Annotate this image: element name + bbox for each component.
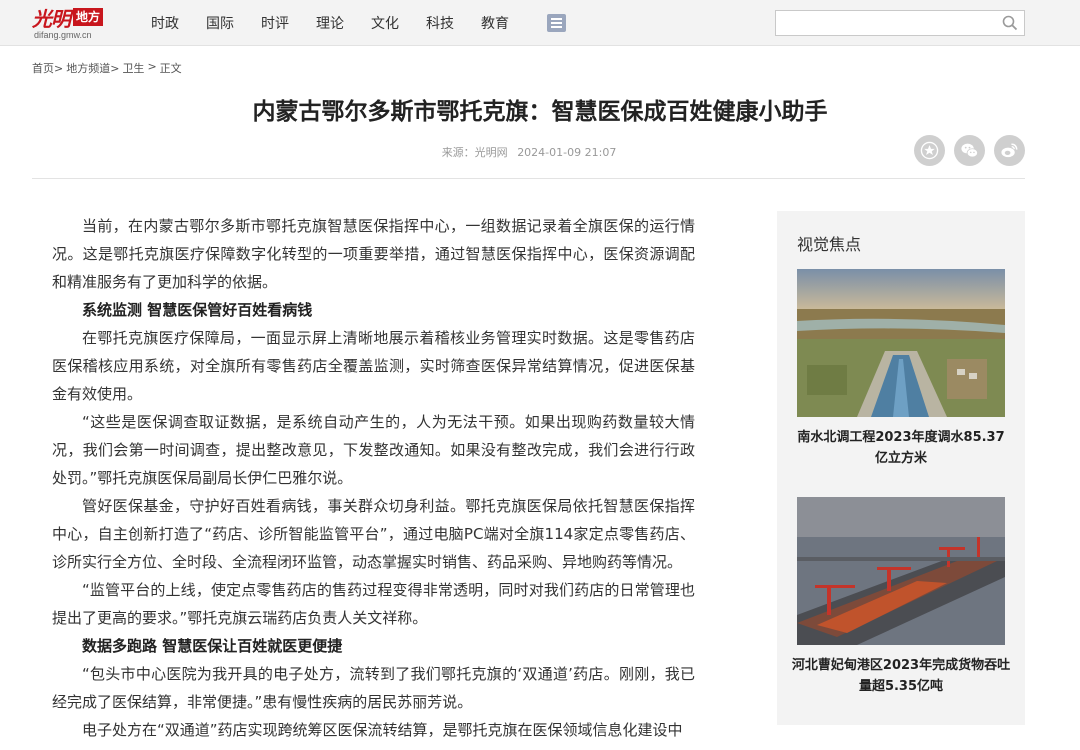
nav-item-politics[interactable]: 时政 [151, 13, 179, 33]
weibo-icon [1001, 143, 1018, 158]
wechat-share-button[interactable] [954, 135, 985, 166]
breadcrumb: 首页> 地方频道> 卫生 > 正文 [32, 60, 185, 76]
nav-item-culture[interactable]: 文化 [371, 13, 399, 33]
article-paragraph: “监管平台的上线，使定点零售药店的售药过程变得非常透明，同时对我们药店的日常管理… [52, 581, 695, 627]
star-icon [920, 141, 939, 160]
breadcrumb-separator: > [147, 60, 157, 73]
logo-script-text: 光明 [32, 6, 71, 31]
article-paragraph: 管好医保基金，守护好百姓看病钱，事关群众切身利益。鄂托克旗医保局依托智慧医保指挥… [52, 497, 695, 571]
header-divider [32, 178, 1025, 179]
favorite-share-button[interactable] [914, 135, 945, 166]
article-date: 2024-01-09 21:07 [517, 146, 617, 159]
article-paragraph: 在鄂托克旗医疗保障局，一面显示屏上清晰地展示着稽核业务管理实时数据。这是零售药店… [52, 329, 695, 403]
nav-item-theory[interactable]: 理论 [316, 13, 344, 33]
menu-list-icon[interactable] [547, 14, 566, 32]
top-nav-bar: 光明 地方 difang.gmw.cn 时政 国际 时评 理论 文化 科技 教育 [0, 0, 1080, 46]
nav-item-education[interactable]: 教育 [481, 13, 509, 33]
nav-item-commentary[interactable]: 时评 [261, 13, 289, 33]
article-source: 来源：光明网 [441, 146, 508, 159]
main-nav: 时政 国际 时评 理论 文化 科技 教育 [151, 0, 536, 46]
breadcrumb-current: 正文 [159, 62, 182, 75]
search-icon[interactable] [1002, 15, 1018, 31]
breadcrumb-home[interactable]: 首页> [32, 60, 63, 76]
logo-channel-badge: 地方 [73, 8, 104, 26]
article-paragraph: 当前，在内蒙古鄂尔多斯市鄂托克旗智慧医保指挥中心，一组数据记录着全旗医保的运行情… [52, 217, 695, 291]
site-logo[interactable]: 光明 地方 difang.gmw.cn [32, 4, 116, 42]
article-subheading: 数据多跑路 智慧医保让百姓就医更便捷 [82, 637, 343, 655]
nav-item-technology[interactable]: 科技 [426, 13, 454, 33]
canal-photo[interactable] [797, 269, 1005, 417]
breadcrumb-local-channel[interactable]: 地方频道> [66, 60, 119, 76]
article-subheading: 系统监测 智慧医保管好百姓看病钱 [82, 301, 313, 319]
wechat-icon [961, 143, 978, 158]
search-input[interactable] [775, 10, 1025, 36]
sidebar-title: 视觉焦点 [797, 235, 862, 254]
article-paragraph: “包头市中心医院为我开具的电子处方，流转到了我们鄂托克旗的‘双通道’药店。刚刚，… [52, 665, 695, 711]
sidebar-caption-1[interactable]: 南水北调工程2023年度调水85.37亿立方米 [791, 427, 1011, 469]
logo-domain: difang.gmw.cn [34, 30, 92, 40]
sidebar-caption-2[interactable]: 河北曹妃甸港区2023年完成货物吞吐量超5.35亿吨 [791, 655, 1011, 697]
article-paragraph: “这些是医保调查取证数据，是系统自动产生的，人为无法干预。如果出现购药数量较大情… [52, 413, 695, 487]
weibo-share-button[interactable] [994, 135, 1025, 166]
breadcrumb-health[interactable]: 卫生 [122, 60, 144, 76]
port-photo[interactable] [797, 497, 1005, 645]
nav-item-international[interactable]: 国际 [206, 13, 234, 33]
article-paragraph: 电子处方在“双通道”药店实现跨统筹区医保流转结算，是鄂托克旗在医保领域信息化建设… [82, 721, 683, 739]
visual-focus-sidebar: 视觉焦点 南水北调工程2023年度调水85.37亿立方米 河北曹妃甸港区2023… [777, 211, 1025, 725]
logo-mark: 光明 地方 [32, 4, 104, 31]
article-meta: 来源：光明网 2024-01-09 21:07 [0, 144, 1058, 160]
article-body: 当前，在内蒙古鄂尔多斯市鄂托克旗智慧医保指挥中心，一组数据记录着全旗医保的运行情… [52, 212, 695, 744]
article-title: 内蒙古鄂尔多斯市鄂托克旗：智慧医保成百姓健康小助手 [252, 99, 828, 125]
